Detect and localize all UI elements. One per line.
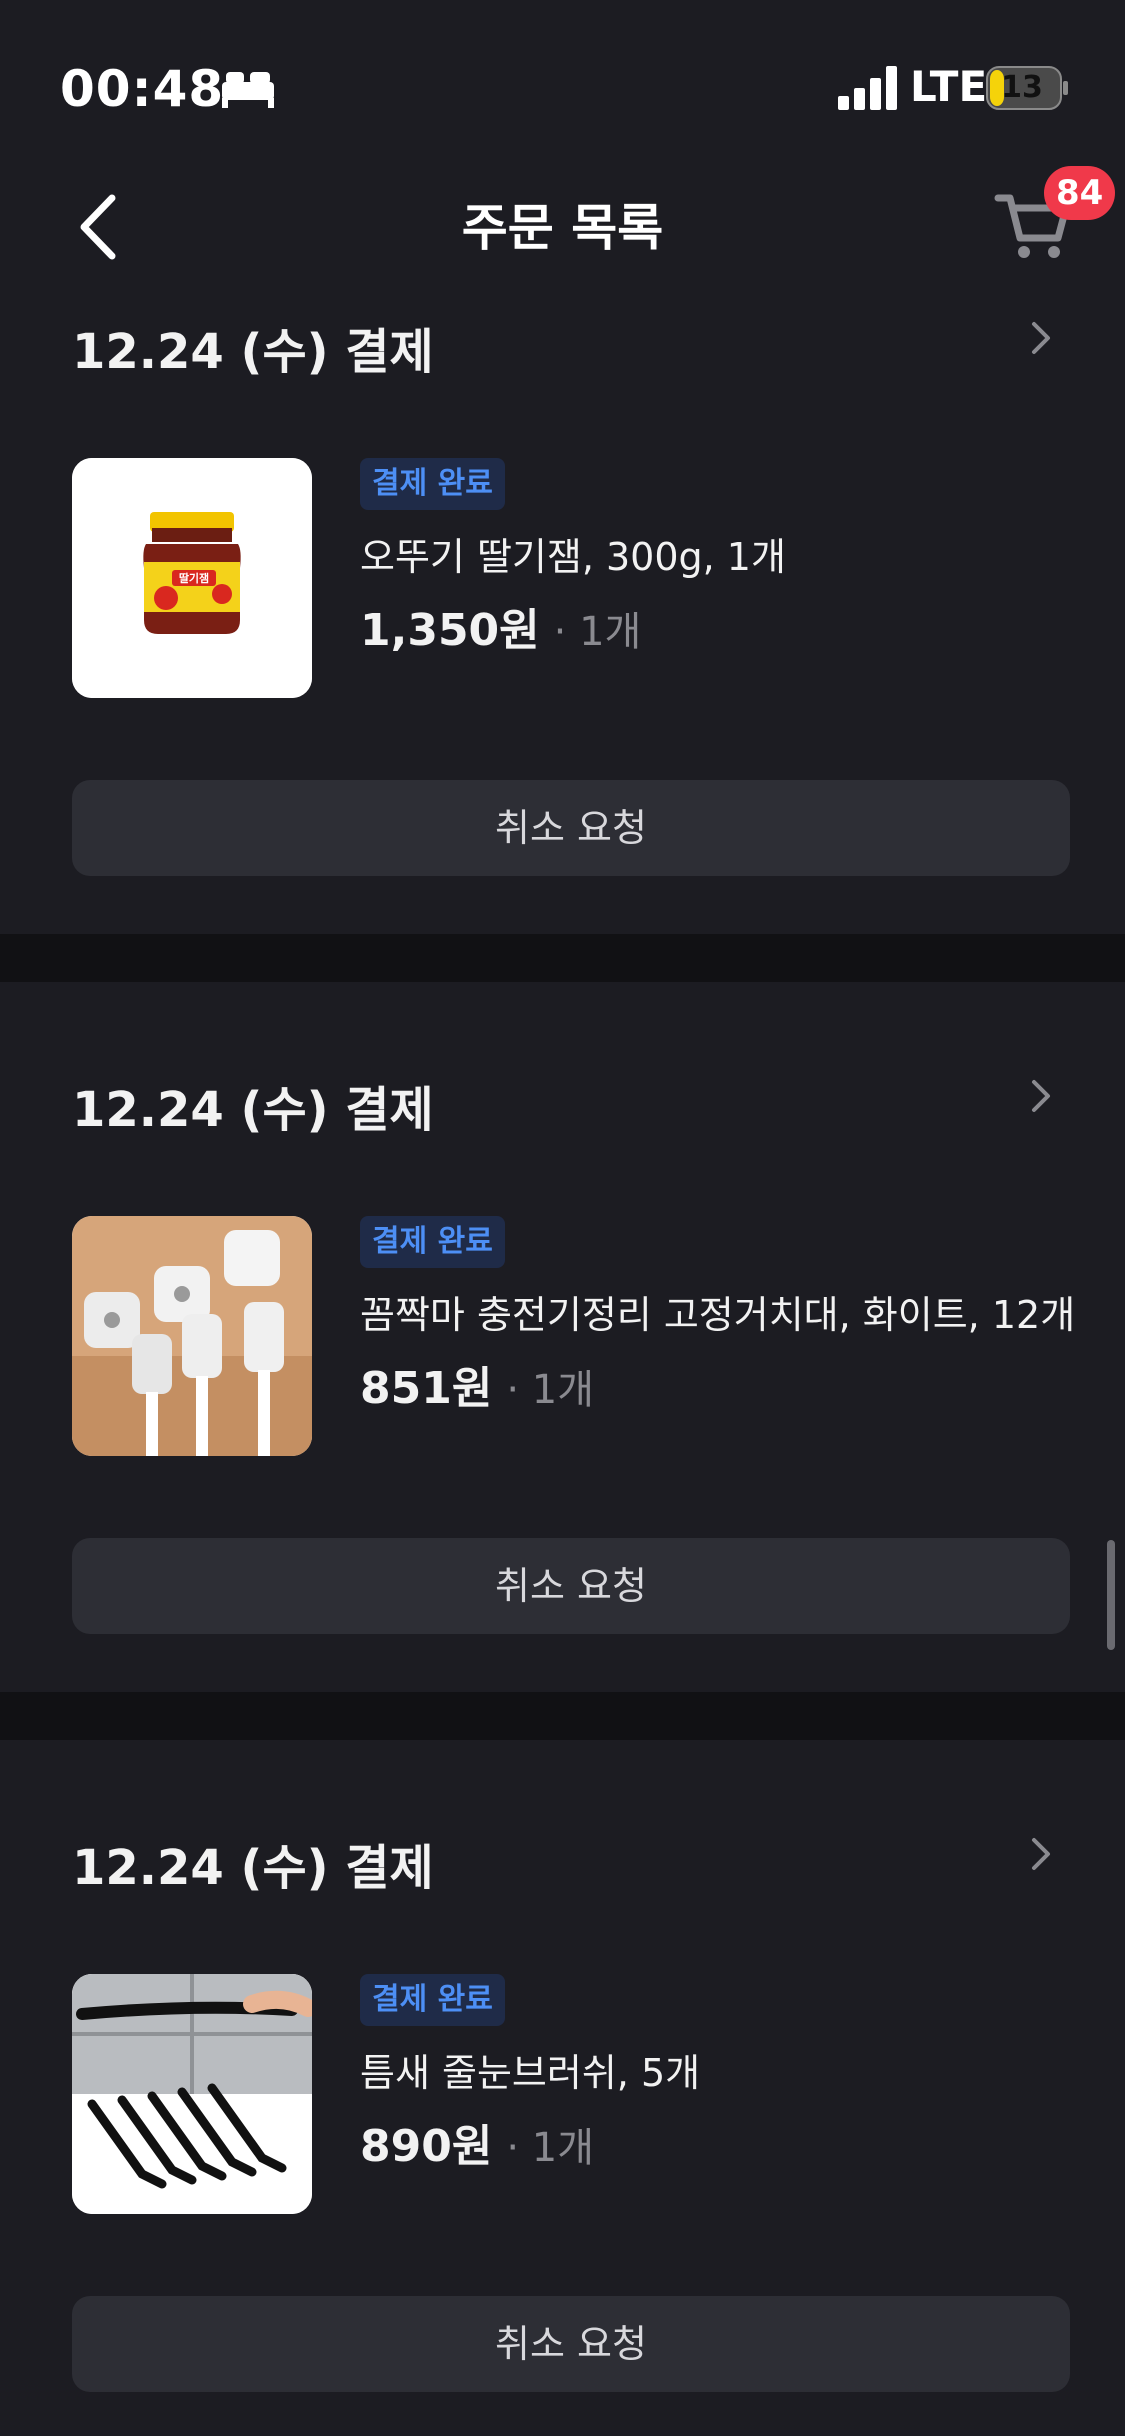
jam-jar-image: 딸기잼 (72, 458, 312, 698)
battery-icon: 13 (986, 66, 1070, 110)
order-list-screen: 00:48 LTE 13 주문 목록 84 12.24 (수) 결제 딸기잼 결… (0, 0, 1125, 2436)
grout-brush-image (72, 1974, 312, 2214)
chevron-right-icon[interactable] (1028, 1834, 1054, 1874)
status-time: 00:48 (60, 60, 225, 118)
section-divider (0, 1692, 1125, 1740)
price-row: 890원 · 1개 (360, 2110, 594, 2174)
nav-bar: 주문 목록 84 (0, 166, 1125, 282)
product-quantity: · 1개 (553, 609, 642, 655)
product-price: 1,350원 (360, 605, 540, 656)
battery-level: 13 (1001, 70, 1043, 105)
order-card: 12.24 (수) 결제 결제 완료 꼼짝마 충전기정리 고정거치대, 화이트,… (0, 982, 1125, 1692)
price-row: 851원 · 1개 (360, 1352, 594, 1416)
product-quantity: · 1개 (506, 1367, 595, 1413)
network-type: LTE (910, 62, 988, 111)
status-badge: 결제 완료 (360, 1974, 505, 2026)
order-date[interactable]: 12.24 (수) 결제 (72, 1828, 434, 1898)
product-image[interactable] (72, 1216, 312, 1456)
order-date[interactable]: 12.24 (수) 결제 (72, 312, 434, 382)
status-badge: 결제 완료 (360, 1216, 505, 1268)
page-title: 주문 목록 (461, 199, 664, 257)
product-price: 851원 (360, 1363, 493, 1414)
product-image[interactable]: 딸기잼 (72, 458, 312, 698)
order-date[interactable]: 12.24 (수) 결제 (72, 1070, 434, 1140)
cable-holder-image (72, 1216, 312, 1456)
status-badge: 결제 완료 (360, 458, 505, 510)
scrollbar[interactable] (1107, 1540, 1115, 1650)
cart-count-badge: 84 (1044, 166, 1116, 220)
jar-label: 딸기잼 (179, 571, 209, 585)
order-card: 12.24 (수) 결제 딸기잼 결제 완료 오뚜기 딸기잼, 300g, 1개… (0, 282, 1125, 934)
chevron-right-icon[interactable] (1028, 318, 1054, 358)
status-bar: 00:48 LTE 13 (0, 0, 1125, 170)
chevron-right-icon[interactable] (1028, 1076, 1054, 1116)
product-name[interactable]: 오뚜기 딸기잼, 300g, 1개 (360, 526, 786, 581)
bed-icon (222, 72, 274, 108)
section-divider (0, 934, 1125, 982)
product-quantity: · 1개 (506, 2125, 595, 2171)
order-card: 12.24 (수) 결제 결제 완료 틈새 줄눈브러쉬, 5개 890원 · 1… (0, 1740, 1125, 2436)
product-image[interactable] (72, 1974, 312, 2214)
price-row: 1,350원 · 1개 (360, 594, 641, 658)
product-name[interactable]: 틈새 줄눈브러쉬, 5개 (360, 2042, 700, 2097)
cancel-request-button[interactable]: 취소 요청 (72, 2296, 1070, 2392)
product-price: 890원 (360, 2121, 493, 2172)
signal-icon (838, 66, 897, 110)
product-name[interactable]: 꼼짝마 충전기정리 고정거치대, 화이트, 12개 (360, 1284, 1075, 1339)
cancel-request-button[interactable]: 취소 요청 (72, 780, 1070, 876)
cancel-request-button[interactable]: 취소 요청 (72, 1538, 1070, 1634)
